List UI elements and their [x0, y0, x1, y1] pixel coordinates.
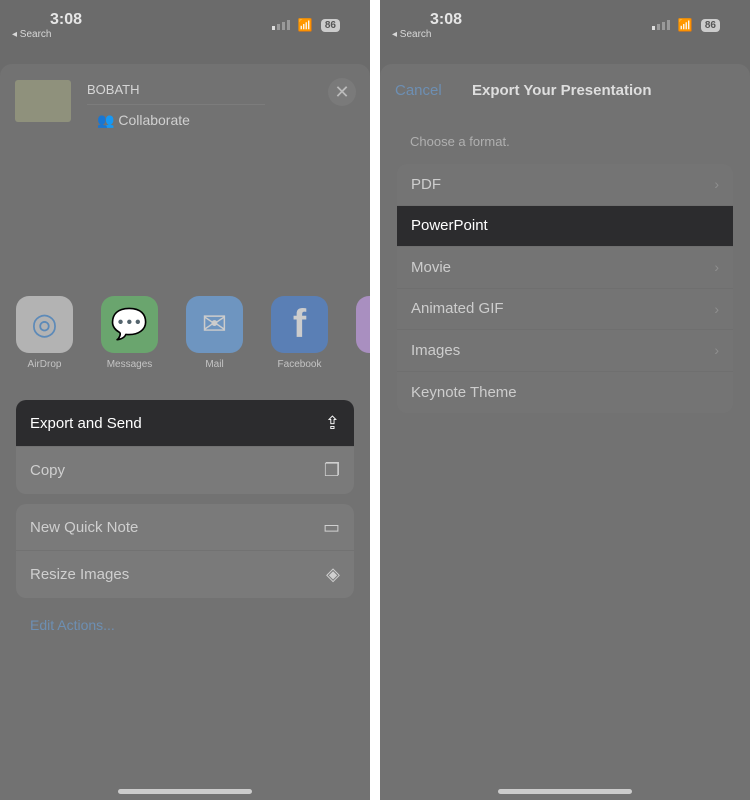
cancel-button[interactable]: Cancel — [395, 82, 442, 99]
app-more[interactable]: Me — [356, 296, 370, 370]
copy-icon: ❐ — [323, 460, 340, 480]
resize-images-row[interactable]: Resize Images ◈ — [16, 551, 354, 598]
collaborate-button[interactable]: 👥 Collaborate — [87, 104, 265, 134]
document-title: BOBATH — [87, 82, 140, 97]
format-label: Movie — [411, 258, 452, 276]
format-keynote-theme[interactable]: Keynote Theme — [397, 372, 733, 414]
signal-icon — [271, 20, 290, 30]
format-label: PowerPoint — [411, 217, 488, 235]
status-icons: 📶 86 — [271, 18, 340, 32]
quick-note-icon: ▭ — [322, 516, 340, 537]
battery-icon: 86 — [700, 18, 720, 32]
export-screen: 3:08 ◂ Search 📶 86 Cancel Export Your Pr… — [380, 0, 750, 800]
format-label: Images — [411, 341, 461, 359]
chevron-right-icon: › — [714, 176, 719, 193]
export-and-send-row[interactable]: Export and Send ⇪ — [16, 400, 354, 447]
format-images[interactable]: Images › — [397, 330, 733, 372]
people-icon: 👥 — [97, 112, 119, 128]
format-label: Keynote Theme — [411, 383, 517, 401]
layers-icon: ◈ — [326, 564, 340, 584]
row-label: Resize Images — [30, 566, 130, 583]
mail-icon: ✉ — [186, 296, 243, 353]
app-label: Messages — [106, 359, 153, 370]
battery-icon: 86 — [320, 18, 340, 32]
action-group-2: New Quick Note ▭ Resize Images ◈ — [16, 504, 354, 598]
app-label: Mail — [205, 359, 224, 370]
app-messages[interactable]: 💬 Messages — [101, 296, 158, 370]
new-quick-note-row[interactable]: New Quick Note ▭ — [16, 504, 354, 551]
facebook-icon: f — [271, 296, 328, 353]
status-time: 3:08 — [50, 11, 83, 28]
row-label: Export and Send — [30, 414, 142, 432]
share-sheet-screen: 3:08 ◂ Search 📶 86 BOBATH 👥 Collaborate … — [0, 0, 370, 800]
airdrop-icon: ◎ — [16, 296, 73, 353]
format-label: Animated GIF — [411, 300, 504, 318]
app-mail[interactable]: ✉ Mail — [186, 296, 243, 370]
close-button[interactable]: ✕ — [328, 78, 356, 106]
format-powerpoint[interactable]: PowerPoint — [397, 205, 733, 247]
messenger-icon — [356, 296, 370, 353]
signal-icon — [651, 20, 670, 30]
edit-actions-link[interactable]: Edit Actions... — [30, 617, 115, 633]
app-row: ◎ AirDrop 💬 Messages ✉ Mail f Facebook Me — [16, 296, 370, 370]
page-title: Export Your Presentation — [472, 82, 652, 99]
action-group-1: Export and Send ⇪ Copy ❐ — [16, 400, 354, 494]
app-label: Me — [356, 359, 370, 370]
chevron-right-icon: › — [714, 300, 719, 317]
app-label: Facebook — [277, 359, 322, 370]
collaborate-label: Collaborate — [118, 112, 190, 128]
app-label: AirDrop — [27, 359, 62, 370]
wifi-icon: 📶 — [677, 18, 693, 32]
back-to-search[interactable]: ◂ Search — [392, 29, 431, 40]
format-hint: Choose a format. — [410, 134, 510, 149]
app-airdrop[interactable]: ◎ AirDrop — [16, 296, 73, 370]
chevron-right-icon: › — [714, 259, 719, 276]
copy-row[interactable]: Copy ❐ — [16, 447, 354, 494]
format-list: PDF › PowerPoint Movie › Animated GIF › Ima… — [397, 164, 733, 413]
back-to-search[interactable]: ◂ Search — [12, 29, 51, 40]
format-pdf[interactable]: PDF › — [397, 164, 733, 206]
app-facebook[interactable]: f Facebook — [271, 296, 328, 370]
wifi-icon: 📶 — [297, 18, 313, 32]
format-movie[interactable]: Movie › — [397, 247, 733, 289]
chevron-right-icon: › — [714, 342, 719, 359]
format-label: PDF — [411, 175, 441, 193]
status-icons: 📶 86 — [651, 18, 720, 32]
messages-icon: 💬 — [101, 296, 158, 353]
format-animated-gif[interactable]: Animated GIF › — [397, 289, 733, 330]
share-icon: ⇪ — [324, 412, 340, 433]
document-thumbnail — [15, 80, 71, 122]
home-indicator — [118, 789, 252, 794]
row-label: Copy — [30, 462, 66, 479]
status-time: 3:08 — [430, 11, 463, 28]
home-indicator — [498, 789, 632, 794]
row-label: New Quick Note — [30, 518, 139, 536]
